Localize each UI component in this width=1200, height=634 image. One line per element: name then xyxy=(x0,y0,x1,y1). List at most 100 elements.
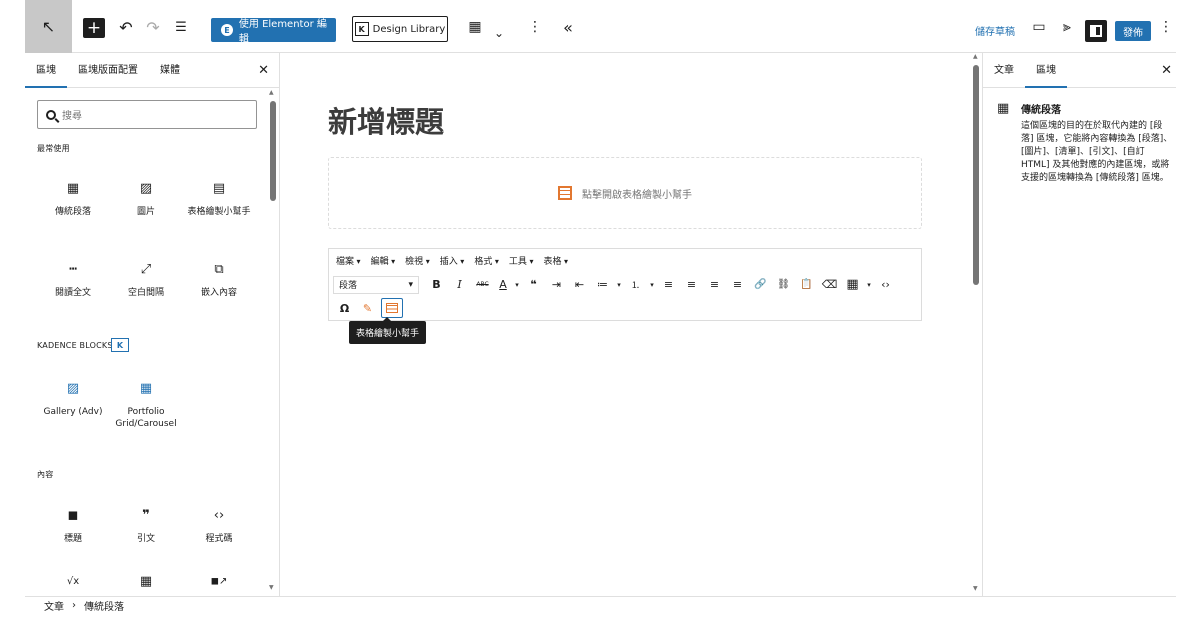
bullet-list-button[interactable]: ≔ xyxy=(591,275,614,295)
strikethrough-button[interactable]: ABC xyxy=(471,275,494,295)
publish-button[interactable]: 發佈 xyxy=(1115,21,1151,41)
list-view-button[interactable]: ☰ xyxy=(171,16,191,38)
breadcrumb-root[interactable]: 文章 xyxy=(44,598,64,613)
block-search-input[interactable]: 搜尋 xyxy=(37,100,257,129)
inserter-scrollbar[interactable]: ▲ ▼ xyxy=(269,89,277,593)
tab-blocks[interactable]: 區塊 xyxy=(25,53,67,88)
preview-button[interactable]: ▭ xyxy=(1029,16,1049,38)
desktop-preview-icon: ▭ xyxy=(1032,19,1046,35)
block-item-image[interactable]: ▨ 圖片 xyxy=(110,180,182,218)
bold-button[interactable]: B xyxy=(425,275,448,295)
text-color-dropdown-icon[interactable]: ▾ xyxy=(512,275,522,295)
block-item-portfolio-grid[interactable]: ▦ Portfolio Grid/Carousel xyxy=(110,380,182,430)
blockquote-button[interactable]: ❝ xyxy=(522,275,545,295)
menu-format[interactable]: 格式 xyxy=(474,254,499,267)
bookmark-arrow-icon: ◼↗ xyxy=(210,576,228,587)
collapse-toolbar-button[interactable]: « xyxy=(558,16,578,38)
table-dropdown-icon[interactable]: ▾ xyxy=(864,275,874,295)
format-select[interactable]: 段落 ▾ xyxy=(333,275,419,294)
menu-edit[interactable]: 編輯 xyxy=(371,254,396,267)
redo-icon: ↷ xyxy=(146,17,160,37)
paste-text-button[interactable]: 📋 xyxy=(795,275,818,295)
block-item-heading[interactable]: ◼ 標題 xyxy=(37,507,109,545)
scrollbar-thumb[interactable] xyxy=(270,101,276,201)
format-select-value: 段落 xyxy=(339,281,358,291)
classic-editor-block: 檔案 編輯 檢視 插入 格式 工具 表格 段落 ▾ B I ABC A ▾ ❝ … xyxy=(328,248,922,321)
canvas-scrollbar[interactable]: ▲ ▼ xyxy=(972,53,981,596)
more-tools-button[interactable]: ⋮ xyxy=(525,16,545,38)
menu-view[interactable]: 檢視 xyxy=(405,254,430,267)
block-item-quote[interactable]: ❞ 引文 xyxy=(110,507,182,545)
section-kadence: KADENCE BLOCKS xyxy=(37,341,113,350)
menu-file[interactable]: 檔案 xyxy=(336,254,361,267)
table-tool-button[interactable]: ▦ xyxy=(465,16,485,38)
link-button[interactable]: 🔗 xyxy=(749,275,772,295)
indent-button[interactable]: ⇥ xyxy=(545,275,568,295)
tab-block[interactable]: 區塊 xyxy=(1025,53,1067,88)
block-item-heading-link[interactable]: ◼↗ xyxy=(183,573,255,596)
table-tool-dropdown[interactable]: ⌄ xyxy=(491,22,507,44)
undo-button[interactable]: ↶ xyxy=(116,16,136,38)
text-color-button[interactable]: A xyxy=(494,275,512,295)
align-right-button[interactable]: ≡ xyxy=(703,275,726,295)
kadence-controls-button[interactable]: ⫸ xyxy=(1057,16,1077,38)
search-placeholder: 搜尋 xyxy=(62,111,82,122)
post-title-input[interactable]: 新增標題 xyxy=(328,99,444,141)
settings-button[interactable] xyxy=(1085,20,1107,42)
block-item-gallery-adv[interactable]: ▨ Gallery (Adv) xyxy=(37,380,109,418)
block-item-embed[interactable]: ⧉ 嵌入內容 xyxy=(183,261,255,299)
align-justify-button[interactable]: ≡ xyxy=(726,275,749,295)
scrollbar-thumb[interactable] xyxy=(973,65,979,285)
special-char-icon[interactable]: Ω xyxy=(333,298,356,318)
block-item-table[interactable]: ▦ xyxy=(110,573,182,596)
align-left-button[interactable]: ≡ xyxy=(657,275,680,295)
bullet-list-dropdown-icon[interactable]: ▾ xyxy=(614,275,624,295)
tab-media[interactable]: 媒體 xyxy=(149,53,191,87)
scroll-down-icon: ▼ xyxy=(269,584,274,591)
breadcrumb-current[interactable]: 傳統段落 xyxy=(84,598,124,613)
block-item-classic[interactable]: ▦ 傳統段落 xyxy=(37,180,109,218)
sidebar-settings-icon xyxy=(1090,25,1102,37)
table-helper-button[interactable] xyxy=(381,298,403,318)
source-code-button[interactable]: ‹› xyxy=(874,275,897,295)
close-sidebar-icon[interactable]: ✕ xyxy=(1161,63,1172,78)
unlink-button[interactable]: ⛓ xyxy=(772,275,795,295)
kadence-icon: K xyxy=(354,22,369,36)
table-button[interactable]: ▦ xyxy=(841,275,864,295)
tinymce-menubar: 檔案 編輯 檢視 插入 格式 工具 表格 xyxy=(329,249,921,272)
tab-patterns[interactable]: 區塊版面配置 xyxy=(67,53,149,87)
list-view-icon: ☰ xyxy=(175,19,187,35)
block-label: 空白間隔 xyxy=(127,288,164,298)
menu-tools[interactable]: 工具 xyxy=(509,254,534,267)
add-block-button[interactable]: + xyxy=(83,18,105,38)
scroll-down-icon: ▼ xyxy=(973,585,978,592)
block-card-title: 傳統段落 xyxy=(1021,105,1061,116)
table-helper-placeholder[interactable]: 點擊開啟表格繪製小幫手 xyxy=(328,157,922,229)
menu-table[interactable]: 表格 xyxy=(543,254,568,267)
elementor-icon: E xyxy=(221,24,233,36)
save-draft-button[interactable]: 儲存草稿 xyxy=(975,23,1015,38)
block-item-table-helper[interactable]: ▤ 表格繪製小幫手 xyxy=(183,180,255,218)
block-item-more[interactable]: ┅ 閱讀全文 xyxy=(37,261,109,299)
tab-post[interactable]: 文章 xyxy=(983,53,1025,87)
design-library-button[interactable]: K Design Library xyxy=(352,16,448,42)
elementor-edit-button[interactable]: E 使用 Elementor 編輯 xyxy=(211,18,336,45)
menu-insert[interactable]: 插入 xyxy=(440,254,465,267)
block-item-formula[interactable]: √x xyxy=(37,573,109,596)
numbered-list-dropdown-icon[interactable]: ▾ xyxy=(647,275,657,295)
numbered-list-button[interactable]: ⒈ xyxy=(624,275,647,295)
clear-format-button[interactable]: ⌫ xyxy=(818,275,841,295)
back-to-dashboard-button[interactable]: ↖ xyxy=(25,0,72,53)
redo-button[interactable]: ↷ xyxy=(143,16,163,38)
pencil-icon[interactable]: ✎ xyxy=(356,298,379,318)
close-inserter-icon[interactable]: ✕ xyxy=(258,63,269,78)
options-button[interactable]: ⋮ xyxy=(1159,16,1173,38)
italic-button[interactable]: I xyxy=(448,275,471,295)
bookmark-icon: ◼ xyxy=(67,508,79,523)
table-helper-tooltip: 表格繪製小幫手 xyxy=(349,317,427,344)
outdent-button[interactable]: ⇤ xyxy=(568,275,591,295)
block-item-spacer[interactable]: ⤢ 空白間隔 xyxy=(110,261,182,299)
block-item-code[interactable]: ‹› 程式碼 xyxy=(183,507,255,545)
elementor-edit-label: 使用 Elementor 編輯 xyxy=(238,19,327,45)
align-center-button[interactable]: ≡ xyxy=(680,275,703,295)
